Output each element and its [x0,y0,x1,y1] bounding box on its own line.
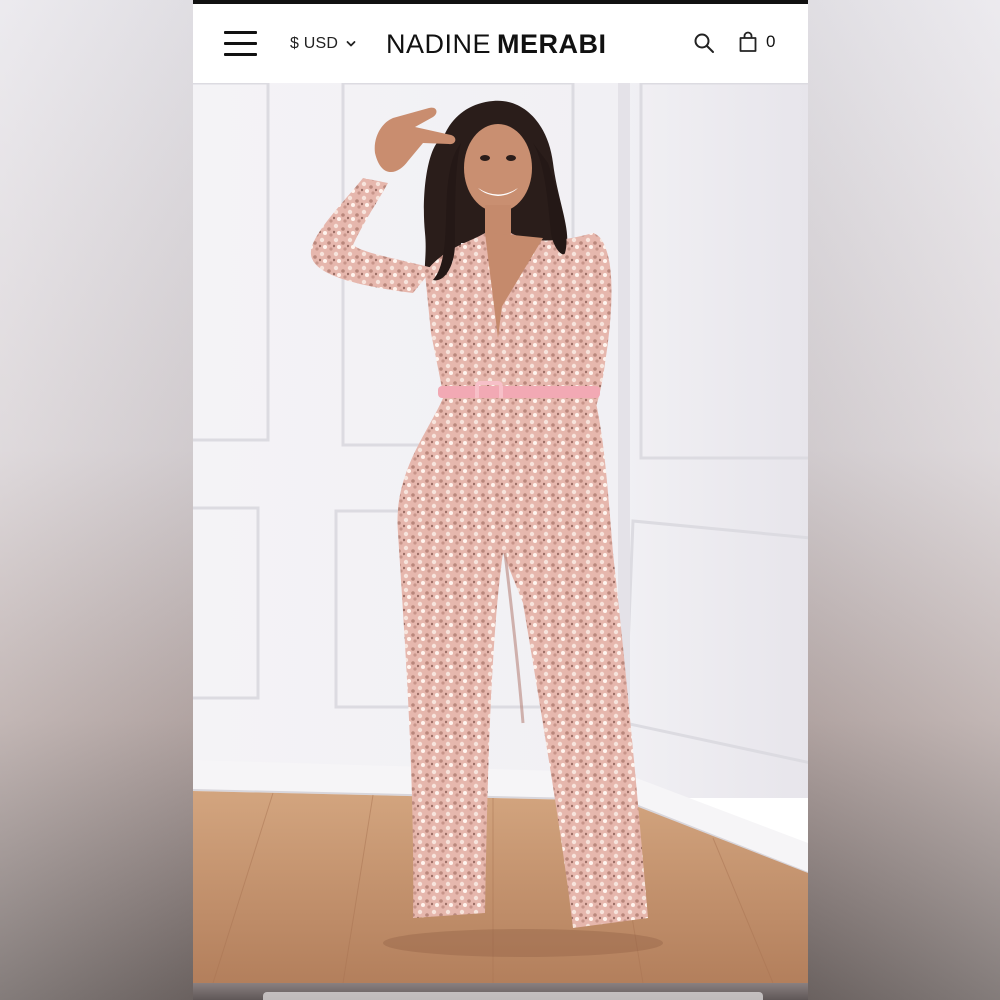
cart-button[interactable]: 0 [738,31,775,53]
cart-count: 0 [766,32,776,51]
background-blur-left [0,0,193,1000]
logo-second-word: MERABI [497,29,607,59]
search-icon[interactable] [693,32,715,54]
model-photo [193,83,808,983]
shopping-bag-icon [739,31,757,52]
logo-first-word: NADINE [386,29,492,59]
hamburger-menu-icon[interactable] [224,30,257,58]
background-blur-right [808,0,1000,1000]
currency-selector[interactable]: $ USD [290,32,356,56]
site-header: $ USD NADINE MERABI 0 [193,4,808,83]
brand-logo[interactable]: NADINE MERABI [386,28,607,60]
mobile-screen: $ USD NADINE MERABI 0 [193,0,808,1000]
home-indicator [263,992,763,1000]
hero-product-image[interactable] [193,83,808,983]
currency-label: $ USD [290,35,339,52]
chevron-down-icon [346,41,356,47]
